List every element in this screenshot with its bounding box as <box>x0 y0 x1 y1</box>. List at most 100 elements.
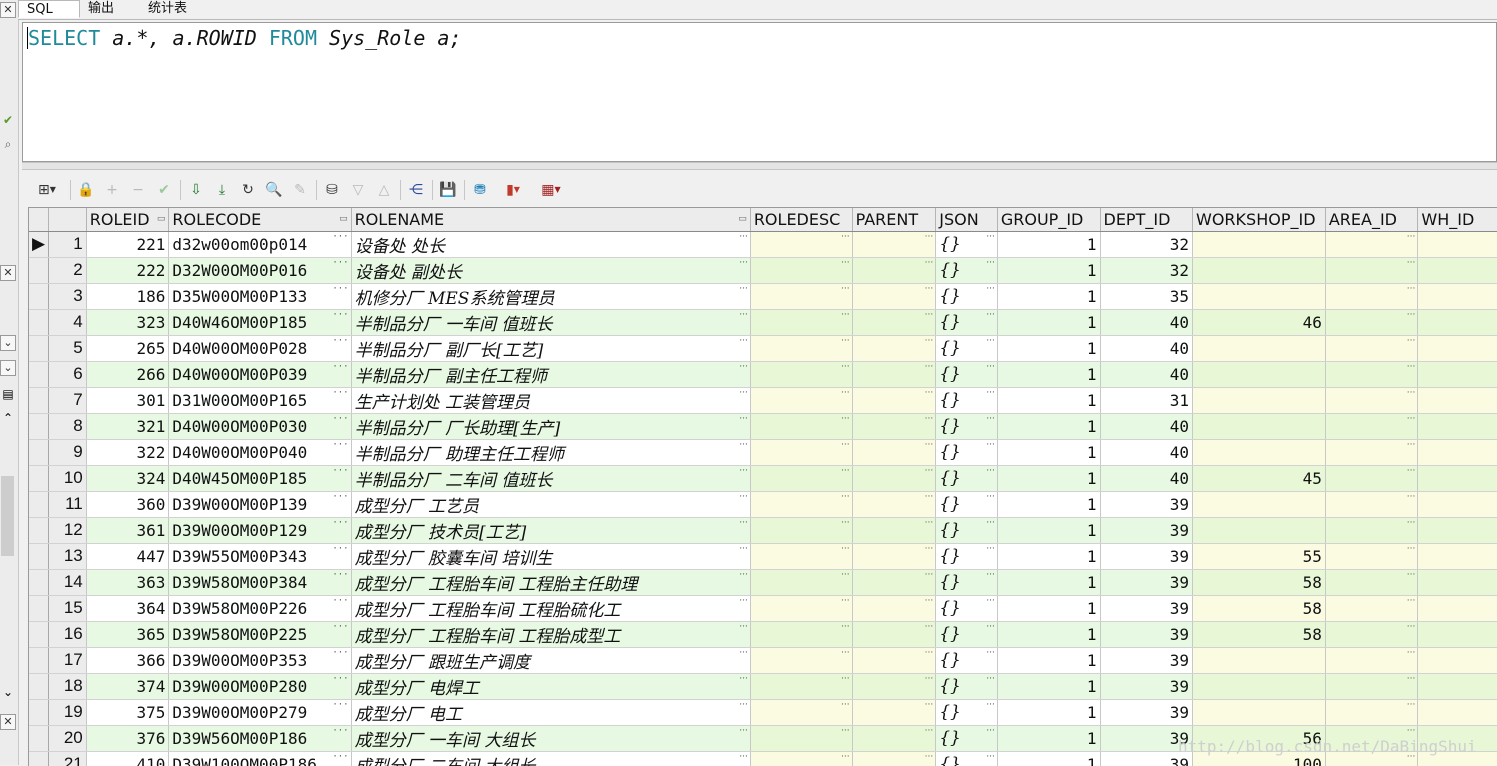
find-icon[interactable]: 🔍 <box>264 180 284 200</box>
search-icon[interactable]: ⌕ <box>0 136 16 152</box>
ellipsis-button-icon[interactable]: ··· <box>841 492 850 502</box>
cell-dept-id[interactable]: 40 <box>1100 439 1194 466</box>
table-row[interactable]: 19 375 D39W00OM00P279 ··· 成型分厂 电工 ··· ··· ···{}… <box>29 699 1497 726</box>
cell-group-id[interactable]: 1 <box>997 387 1101 414</box>
cell-area-id[interactable]: ··· <box>1325 387 1419 414</box>
cell-parent[interactable]: ··· <box>852 621 937 648</box>
cell-rolecode[interactable]: D39W00OM00P353 ··· <box>168 647 352 674</box>
ellipsis-button-icon[interactable]: ··· <box>841 726 850 736</box>
ellipsis-button-icon[interactable]: ··· <box>986 570 995 580</box>
cell-area-id[interactable]: ··· <box>1325 361 1419 388</box>
cell-wh-id[interactable] <box>1417 621 1497 648</box>
ellipsis-button-icon[interactable]: ··· <box>739 310 748 320</box>
cell-group-id[interactable]: 1 <box>997 413 1101 440</box>
ellipsis-button-icon[interactable]: ··· <box>739 336 748 346</box>
ellipsis-button-icon[interactable]: ··· <box>986 622 995 632</box>
cell-wh-id[interactable] <box>1417 517 1497 544</box>
cell-parent[interactable]: ··· <box>852 335 937 362</box>
ellipsis-button-icon[interactable]: ··· <box>841 310 850 320</box>
fetch-next-icon[interactable]: ⇩ <box>186 180 206 200</box>
cell-rolename[interactable]: 成型分厂 电工 ··· <box>351 699 751 726</box>
cell-parent[interactable]: ··· <box>852 751 937 766</box>
ellipsis-button-icon[interactable]: ··· <box>925 258 934 268</box>
cell-rolename[interactable]: 成型分厂 工程胎车间 工程胎成型工 ··· <box>351 621 751 648</box>
cell-roledesc[interactable]: ··· <box>750 569 853 596</box>
ellipsis-button-icon[interactable]: ··· <box>925 466 934 476</box>
cell-group-id[interactable]: 1 <box>997 725 1101 752</box>
ellipsis-button-icon[interactable]: ··· <box>1407 518 1416 528</box>
cell-roledesc[interactable]: ··· <box>750 491 853 518</box>
column-header-group-id[interactable]: GROUP_ID <box>997 208 1101 232</box>
ellipsis-button-icon[interactable]: ··· <box>1407 700 1416 710</box>
cell-workshop-id[interactable]: 46 <box>1192 309 1326 336</box>
ellipsis-button-icon[interactable]: ··· <box>925 674 934 684</box>
ellipsis-button-icon[interactable]: ··· <box>332 336 348 346</box>
cell-rolename[interactable]: 半制品分厂 助理主任工程师 ··· <box>351 439 751 466</box>
ellipsis-button-icon[interactable]: ··· <box>1407 284 1416 294</box>
ellipsis-button-icon[interactable]: ··· <box>925 622 934 632</box>
export-icon[interactable]: ⛃ <box>470 180 490 200</box>
cell-dept-id[interactable]: 39 <box>1100 647 1194 674</box>
cell-area-id[interactable]: ··· <box>1325 231 1419 258</box>
ellipsis-button-icon[interactable]: ··· <box>1407 466 1416 476</box>
lock-icon[interactable]: 🔒 <box>76 180 96 200</box>
cell-group-id[interactable]: 1 <box>997 595 1101 622</box>
table-row[interactable]: 16 365 D39W58OM00P225 ··· 成型分厂 工程胎车间 工程胎成型工 ·… <box>29 621 1497 648</box>
cell-roledesc[interactable]: ··· <box>750 699 853 726</box>
table-row[interactable]: 6 266 D40W00OM00P039 ··· 半制品分厂 副主任工程师 ··· ··· ·… <box>29 361 1497 388</box>
cell-area-id[interactable]: ··· <box>1325 621 1419 648</box>
cell-rolecode[interactable]: D39W00OM00P139 ··· <box>168 491 352 518</box>
table-row[interactable]: 10 324 D40W45OM00P185 ··· 半制品分厂 二车间 值班长 ··· ··… <box>29 465 1497 492</box>
cell-workshop-id[interactable]: 45 <box>1192 465 1326 492</box>
ellipsis-button-icon[interactable]: ··· <box>332 388 348 398</box>
fetch-all-icon[interactable]: ⤓ <box>212 180 232 200</box>
ellipsis-button-icon[interactable]: ··· <box>841 258 850 268</box>
cell-area-id[interactable]: ··· <box>1325 569 1419 596</box>
ellipsis-button-icon[interactable]: ··· <box>332 648 348 658</box>
ellipsis-button-icon[interactable]: ··· <box>925 726 934 736</box>
cell-workshop-id[interactable] <box>1192 387 1326 414</box>
ellipsis-button-icon[interactable]: ··· <box>841 700 850 710</box>
ellipsis-button-icon[interactable]: ··· <box>332 518 348 528</box>
cell-workshop-id[interactable]: 58 <box>1192 569 1326 596</box>
ellipsis-button-icon[interactable]: ··· <box>986 518 995 528</box>
pane-splitter[interactable] <box>22 162 1497 170</box>
cell-rolename[interactable]: 设备处 处长 ··· <box>351 231 751 258</box>
ellipsis-button-icon[interactable]: ··· <box>739 492 748 502</box>
cell-json[interactable]: {} ··· <box>935 413 998 440</box>
cell-json[interactable]: {} ··· <box>935 231 998 258</box>
cell-roleid[interactable]: 376 <box>86 725 170 752</box>
cell-rolecode[interactable]: d32w00om00p014 ··· <box>168 231 352 258</box>
cell-group-id[interactable]: 1 <box>997 439 1101 466</box>
ellipsis-button-icon[interactable]: ··· <box>739 518 748 528</box>
cell-wh-id[interactable] <box>1417 283 1497 310</box>
cell-rolecode[interactable]: D40W00OM00P040 ··· <box>168 439 352 466</box>
triangle-down-icon[interactable]: ▽ <box>348 180 368 200</box>
cell-dept-id[interactable]: 39 <box>1100 673 1194 700</box>
ellipsis-button-icon[interactable]: ··· <box>1407 570 1416 580</box>
cell-parent[interactable]: ··· <box>852 257 937 284</box>
cell-roledesc[interactable]: ··· <box>750 647 853 674</box>
ellipsis-button-icon[interactable]: ··· <box>739 440 748 450</box>
cell-dept-id[interactable]: 40 <box>1100 335 1194 362</box>
cell-roleid[interactable]: 363 <box>86 569 170 596</box>
cell-rolename[interactable]: 成型分厂 一车间 大组长 ··· <box>351 725 751 752</box>
cell-json[interactable]: {} ··· <box>935 569 998 596</box>
cell-roledesc[interactable]: ··· <box>750 257 853 284</box>
ellipsis-button-icon[interactable]: ··· <box>739 752 748 762</box>
cell-area-id[interactable]: ··· <box>1325 517 1419 544</box>
cell-json[interactable]: {} ··· <box>935 465 998 492</box>
ellipsis-button-icon[interactable]: ··· <box>332 700 348 710</box>
cell-workshop-id[interactable] <box>1192 439 1326 466</box>
cell-dept-id[interactable]: 39 <box>1100 491 1194 518</box>
cell-group-id[interactable]: 1 <box>997 673 1101 700</box>
ellipsis-button-icon[interactable]: ··· <box>1407 622 1416 632</box>
table-row[interactable]: 3 186 D35W00OM00P133 ··· 机修分厂 MES系统管理员 ··· ···… <box>29 283 1497 310</box>
cell-parent[interactable]: ··· <box>852 595 937 622</box>
ellipsis-button-icon[interactable]: ··· <box>841 622 850 632</box>
ellipsis-button-icon[interactable]: ··· <box>739 258 748 268</box>
cell-roleid[interactable]: 265 <box>86 335 170 362</box>
table-row[interactable]: 15 364 D39W58OM00P226 ··· 成型分厂 工程胎车间 工程胎硫化工 ·… <box>29 595 1497 622</box>
cell-group-id[interactable]: 1 <box>997 543 1101 570</box>
cell-rolename[interactable]: 生产计划处 工装管理员 ··· <box>351 387 751 414</box>
